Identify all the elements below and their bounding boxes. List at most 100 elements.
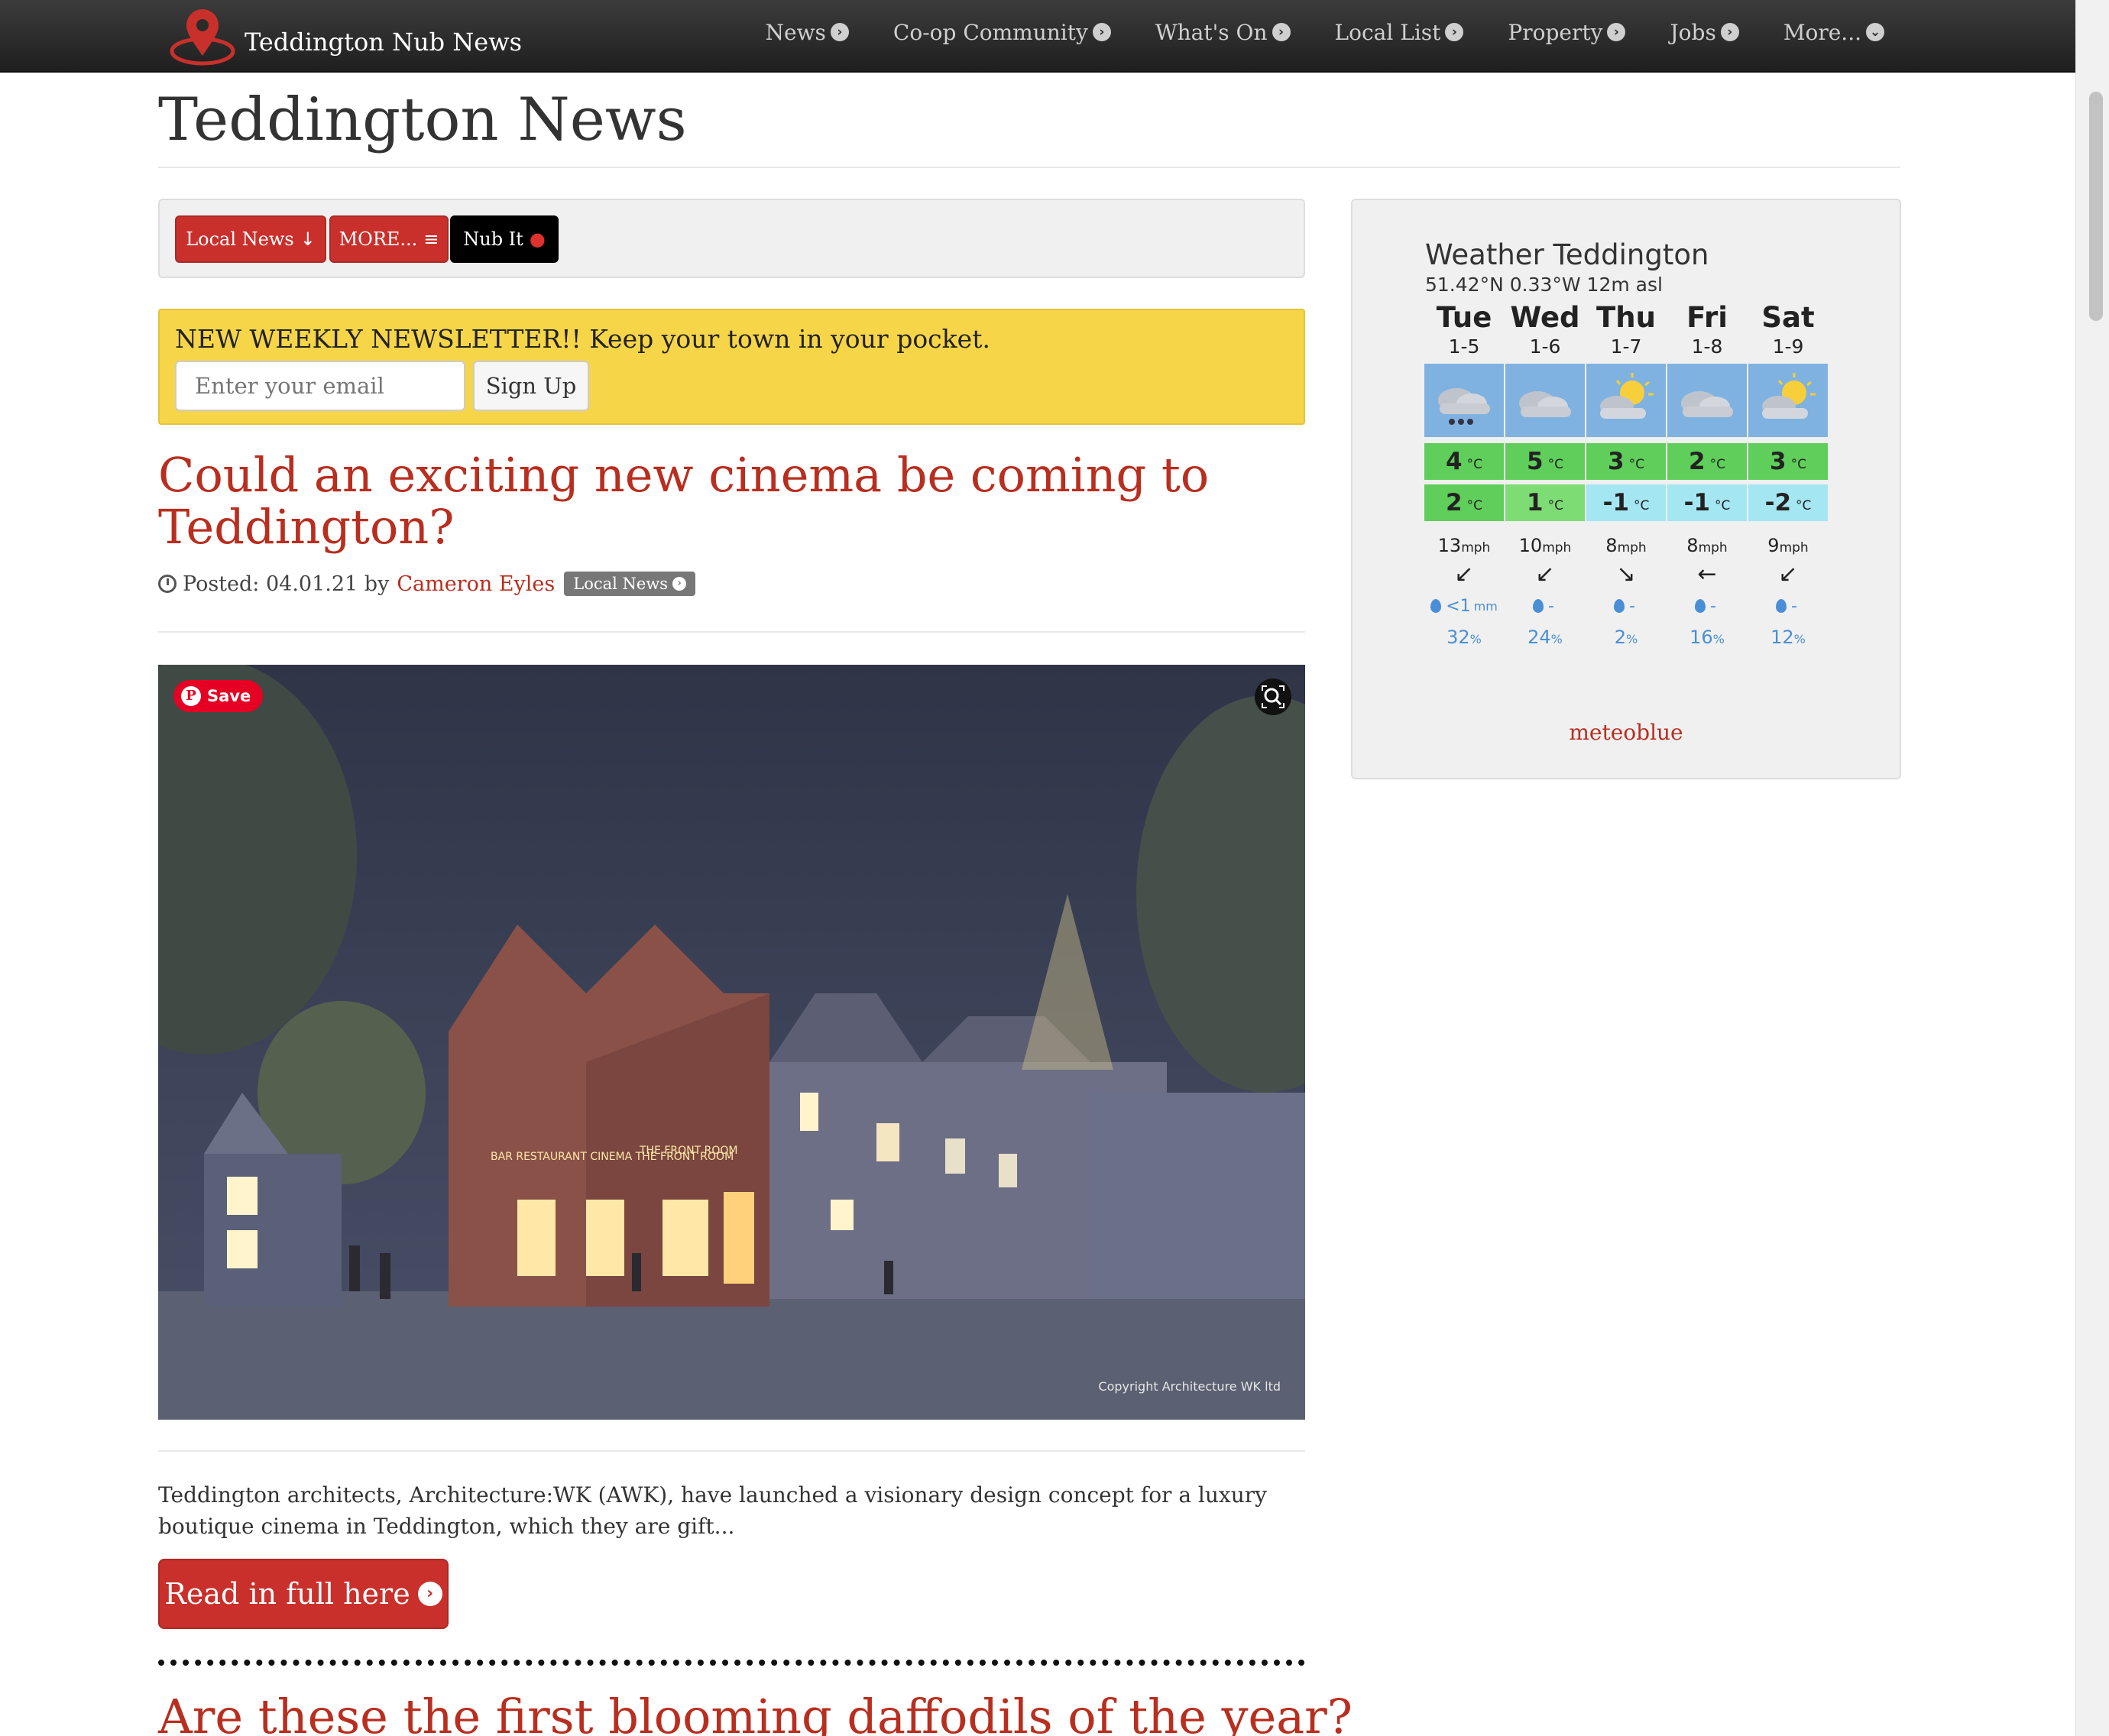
nav-local-list[interactable]: Local List › <box>1335 20 1464 45</box>
nav-label: Co-op Community <box>893 19 1088 45</box>
temp-unit: °C <box>1547 457 1563 472</box>
wind-value: 10 <box>1518 535 1543 556</box>
prob-value: 24 <box>1527 627 1551 648</box>
wind-direction-arrow-icon: ↙ <box>1778 561 1798 588</box>
temp-unit: °C <box>1709 457 1725 472</box>
next-article-title-link[interactable]: Are these the first blooming daffodils o… <box>158 1689 1353 1736</box>
precip-value: - <box>1791 596 1797 616</box>
precipitation: - <box>1748 590 1828 622</box>
brand-title: Teddington Nub News <box>245 27 523 57</box>
button-label: Nub It <box>463 228 523 250</box>
max-temp: 3 °C <box>1748 443 1828 480</box>
wind-direction-arrow-icon: ↙ <box>1535 561 1555 588</box>
page-scrollbar[interactable] <box>2075 0 2109 1736</box>
menu-bars-icon: ≡ <box>423 228 439 250</box>
scrollbar-thumb[interactable] <box>2089 92 2103 321</box>
nav-jobs[interactable]: Jobs › <box>1670 20 1739 45</box>
wind-direction-arrow-icon: ↘ <box>1616 561 1636 588</box>
wind-unit: mph <box>1461 540 1491 555</box>
precip-value: - <box>1710 596 1716 616</box>
author-link[interactable]: Cameron Eyles <box>397 572 555 596</box>
wind-value: 13 <box>1437 535 1462 556</box>
more-button[interactable]: MORE... ≡ <box>329 215 449 263</box>
raindrop-icon <box>1430 599 1442 613</box>
wind-speed: 10mph <box>1505 535 1585 559</box>
forecast-day: Wed 1-6 5 °C 1 °C 10mph ↙ -24% <box>1505 301 1585 653</box>
sign-up-button[interactable]: Sign Up <box>473 361 589 411</box>
precip-probability: 32% <box>1424 622 1504 653</box>
circle-arrow-down-icon: ⌄ <box>1866 23 1884 41</box>
temp-unit: °C <box>1790 457 1806 472</box>
newsletter-text: NEW WEEKLY NEWSLETTER!! Keep your town i… <box>175 324 990 354</box>
location-pin-logo-icon <box>168 7 237 66</box>
category-badge[interactable]: Local News › <box>564 572 696 596</box>
local-news-button[interactable]: Local News ↓ <box>175 215 326 263</box>
article-meta: Posted: 04.01.21 by Cameron Eyles Local … <box>158 572 696 596</box>
save-label: Save <box>207 687 251 705</box>
prob-unit: % <box>1793 632 1806 646</box>
article-excerpt: Teddington architects, Architecture:WK (… <box>158 1482 1267 1539</box>
pinterest-save-button[interactable]: P Save <box>173 680 264 712</box>
circle-arrow-right-icon: › <box>1092 23 1111 41</box>
article-image[interactable]: BAR RESTAURANT CINEMA THE FRONT ROOM THE… <box>158 665 1305 1420</box>
article-title-link[interactable]: Could an exciting new cinema be coming t… <box>158 449 1289 553</box>
forecast-date: 1-7 <box>1610 335 1642 358</box>
forecast-date: 1-6 <box>1529 335 1561 358</box>
min-temp-value: -1 <box>1683 489 1711 517</box>
weather-coords: 51.42°N 0.33°W 12m asl <box>1425 274 1663 296</box>
wind-value: 9 <box>1767 535 1780 556</box>
prob-value: 12 <box>1770 627 1794 648</box>
clock-icon <box>158 575 177 593</box>
read-full-article-button[interactable]: Read in full here › <box>158 1559 449 1629</box>
prob-value: 2 <box>1614 627 1627 648</box>
nav-coop-community[interactable]: Co-op Community › <box>893 20 1111 45</box>
raindrop-icon <box>1695 599 1706 613</box>
nav-label: Property <box>1508 19 1603 45</box>
prob-unit: % <box>1712 632 1725 646</box>
circle-arrow-right-icon: › <box>672 577 687 591</box>
posted-date: Posted: 04.01.21 by <box>183 572 390 596</box>
prob-value: 32 <box>1446 627 1470 648</box>
max-temp-value: 5 <box>1527 448 1544 475</box>
wind-speed: 8mph <box>1586 535 1666 559</box>
nav-whats-on[interactable]: What's On › <box>1155 20 1291 45</box>
top-navbar: Teddington Nub News News › Co-op Communit… <box>0 0 2075 73</box>
email-input[interactable] <box>175 361 465 411</box>
cloud-icon <box>1505 364 1585 437</box>
nav-property[interactable]: Property › <box>1508 19 1626 45</box>
pinterest-icon: P <box>181 686 201 706</box>
divider <box>158 167 1900 168</box>
nub-it-button[interactable]: Nub It ● <box>450 215 559 263</box>
precip-probability: 24% <box>1505 622 1585 653</box>
precipitation: - <box>1586 590 1666 622</box>
sun-cloud-icon <box>1748 364 1828 437</box>
button-label: Read in full here <box>164 1577 410 1611</box>
circle-arrow-right-icon: › <box>1607 23 1626 41</box>
forecast-date: 1-9 <box>1772 335 1804 358</box>
max-temp: 5 °C <box>1505 443 1585 480</box>
max-temp: 3 °C <box>1586 443 1666 480</box>
temp-unit: °C <box>1466 457 1482 472</box>
cinema-render-illustration: BAR RESTAURANT CINEMA THE FRONT ROOM THE… <box>158 665 1305 1420</box>
temp-unit: °C <box>1715 498 1731 513</box>
brand-link[interactable]: Teddington Nub News <box>168 0 522 73</box>
nav-news[interactable]: News › <box>766 20 849 45</box>
prob-unit: % <box>1550 632 1563 646</box>
nav-more[interactable]: More... ⌄ <box>1783 20 1884 45</box>
cloud-icon <box>1667 364 1747 437</box>
min-temp-value: 1 <box>1527 489 1544 517</box>
nav-label: What's On <box>1155 19 1268 45</box>
visual-search-lens-icon[interactable] <box>1255 679 1291 715</box>
meteoblue-link[interactable]: meteoblue <box>1353 720 1900 745</box>
circle-arrow-right-icon: › <box>1445 23 1464 41</box>
max-temp-value: 3 <box>1770 448 1787 475</box>
button-label: MORE... <box>339 228 418 250</box>
precip-value: <1 <box>1446 596 1471 616</box>
newsletter-banner: NEW WEEKLY NEWSLETTER!! Keep your town i… <box>158 309 1305 425</box>
forecast-day: Tue 1-5 4 °C 2 °C 13mph ↙ <1 mm 32% <box>1424 301 1504 653</box>
forecast-day-name: Sat <box>1761 301 1815 334</box>
precip-value: - <box>1548 596 1554 616</box>
precipitation: - <box>1505 590 1585 622</box>
divider <box>158 1450 1305 1452</box>
forecast-day-name: Thu <box>1596 301 1656 334</box>
